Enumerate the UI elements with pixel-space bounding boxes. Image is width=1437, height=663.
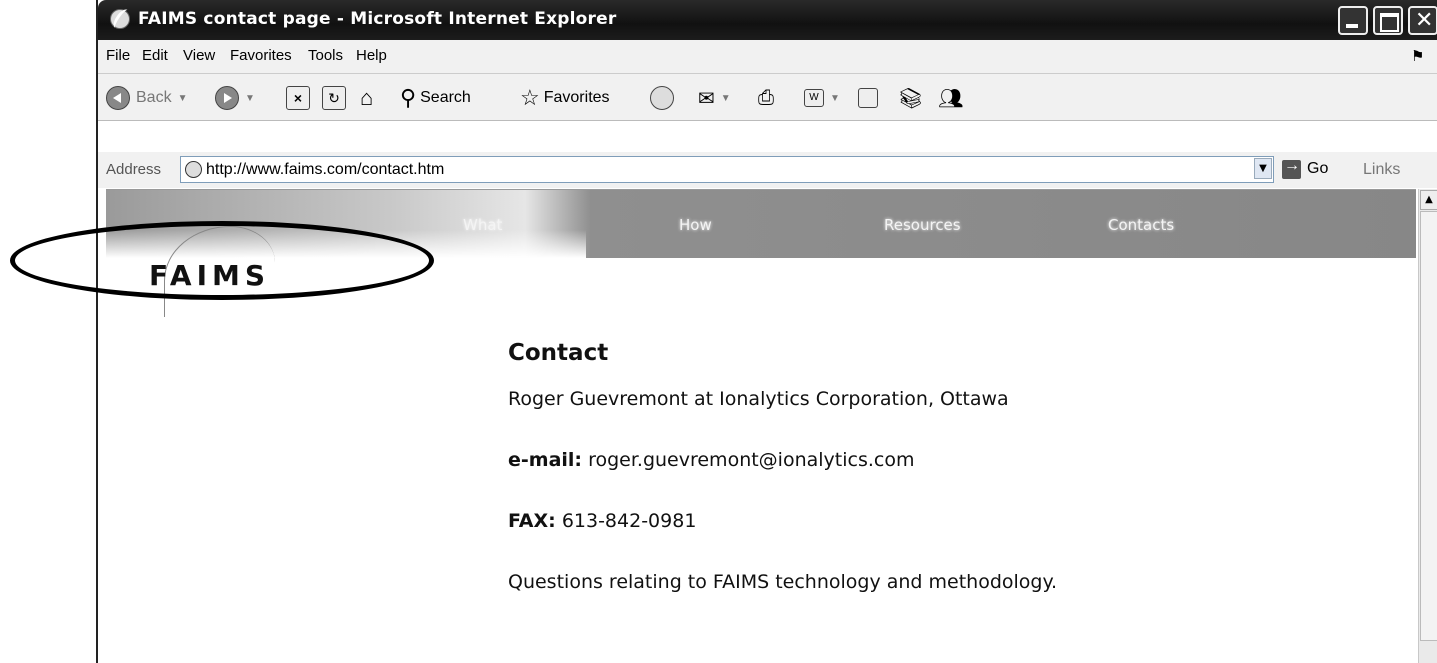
search-button[interactable]: ⚲ Search xyxy=(400,85,471,111)
menu-favorites[interactable]: Favorites xyxy=(230,47,292,64)
minimize-button[interactable] xyxy=(1338,6,1368,35)
page-icon xyxy=(185,161,202,178)
history-icon xyxy=(650,86,674,110)
title-bar: FAIMS contact page - Microsoft Internet … xyxy=(98,0,1437,40)
standard-toolbar: Back ▼ ▼ × ↻ ⌂ ⚲ Search ☆ Favorites ✉ ▼ xyxy=(98,74,1437,121)
chevron-down-icon[interactable]: ▼ xyxy=(721,93,731,104)
chevron-down-icon[interactable]: ▼ xyxy=(245,93,255,104)
printer-icon: ⎙ xyxy=(758,86,774,109)
forward-button[interactable]: ▼ xyxy=(215,85,255,111)
history-button[interactable] xyxy=(650,85,674,111)
favorites-button[interactable]: ☆ Favorites xyxy=(520,85,610,111)
scroll-thumb[interactable] xyxy=(1420,211,1437,641)
windows-flag-icon: ⚑ xyxy=(1411,48,1425,65)
address-url: http://www.faims.com/contact.htm xyxy=(206,161,445,178)
address-input[interactable]: http://www.faims.com/contact.htm xyxy=(180,156,1274,183)
contact-person: Roger Guevremont at Ionalytics Corporati… xyxy=(508,388,1009,410)
menu-bar: File Edit View Favorites Tools Help ⚑ xyxy=(98,40,1437,74)
forward-arrow-icon xyxy=(215,86,239,110)
print-button[interactable]: ⎙ xyxy=(758,85,774,111)
ie-icon xyxy=(110,9,130,29)
close-button[interactable] xyxy=(1408,6,1437,35)
menu-view[interactable]: View xyxy=(183,47,215,64)
word-icon: W xyxy=(804,89,824,107)
refresh-icon: ↻ xyxy=(322,86,346,110)
home-button[interactable]: ⌂ xyxy=(360,85,373,111)
research-button[interactable]: 📚︎ xyxy=(898,85,923,111)
mail-button[interactable]: ✉ ▼ xyxy=(698,85,731,111)
menu-file[interactable]: File xyxy=(106,47,130,64)
mail-icon: ✉ xyxy=(698,87,715,110)
browser-window: FAIMS contact page - Microsoft Internet … xyxy=(96,0,1437,663)
menu-help[interactable]: Help xyxy=(356,47,387,64)
address-dropdown-chevron-icon[interactable]: ▼ xyxy=(1254,158,1272,179)
page-title: Contact xyxy=(508,340,609,366)
back-button[interactable]: Back ▼ xyxy=(106,85,187,111)
star-icon: ☆ xyxy=(520,85,540,110)
stop-icon: × xyxy=(286,86,310,110)
site-header-band: What How Resources Contacts xyxy=(106,190,1416,258)
contact-email: e-mail: roger.guevremont@ionalytics.com xyxy=(508,449,915,471)
maximize-button[interactable] xyxy=(1373,6,1403,35)
nav-contacts[interactable]: Contacts xyxy=(1108,216,1174,234)
contact-fax: FAX: 613-842-0981 xyxy=(508,510,697,532)
go-button[interactable]: Go xyxy=(1282,157,1328,180)
menu-tools[interactable]: Tools xyxy=(308,47,343,64)
back-arrow-icon xyxy=(106,86,130,110)
stop-button[interactable]: × xyxy=(286,85,310,111)
menu-edit[interactable]: Edit xyxy=(142,47,168,64)
messenger-button[interactable]: 👥︎ xyxy=(938,85,963,111)
links-button[interactable]: Links xyxy=(1363,161,1400,179)
refresh-button[interactable]: ↻ xyxy=(322,85,346,111)
page-content: What How Resources Contacts FAIMS Contac… xyxy=(106,189,1416,663)
note-icon xyxy=(858,88,878,108)
contact-questions: Questions relating to FAIMS technology a… xyxy=(508,571,1058,593)
discuss-button[interactable] xyxy=(858,85,878,111)
address-label: Address xyxy=(106,161,162,178)
chevron-down-icon[interactable]: ▼ xyxy=(178,93,188,104)
faims-logo: FAIMS xyxy=(149,259,271,292)
nav-how[interactable]: How xyxy=(679,216,712,234)
search-icon: ⚲ xyxy=(400,85,417,110)
window-title: FAIMS contact page - Microsoft Internet … xyxy=(138,9,617,29)
edit-button[interactable]: W ▼ xyxy=(804,85,840,111)
home-icon: ⌂ xyxy=(360,85,374,110)
address-bar: Address http://www.faims.com/contact.htm… xyxy=(98,152,1437,188)
nav-resources[interactable]: Resources xyxy=(884,216,961,234)
go-arrow-icon xyxy=(1282,157,1301,179)
vertical-scrollbar[interactable]: ▲ xyxy=(1418,189,1437,663)
scroll-up-icon[interactable]: ▲ xyxy=(1420,190,1437,210)
people-icon: 👥︎ xyxy=(938,87,964,110)
books-icon: 📚︎ xyxy=(898,87,924,110)
chevron-down-icon[interactable]: ▼ xyxy=(830,93,840,104)
contact-section: Contact Roger Guevremont at Ionalytics C… xyxy=(508,340,1208,632)
nav-what[interactable]: What xyxy=(463,216,502,234)
